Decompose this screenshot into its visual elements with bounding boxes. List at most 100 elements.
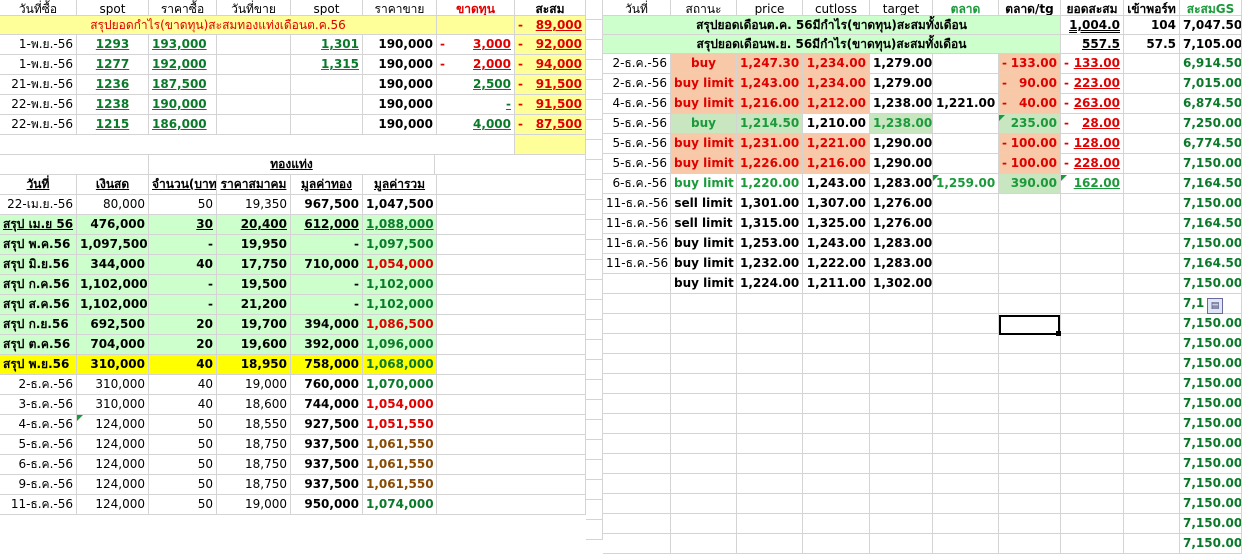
bottom-header-col0[interactable]: วันที่ [0,175,77,195]
order-port[interactable] [1124,274,1180,294]
right-header-col0[interactable]: วันที่ [603,0,671,16]
empty-cell[interactable] [999,534,1061,554]
bottom-total-value[interactable]: 1,086,500 [363,315,437,335]
order-status[interactable]: buy limit [671,134,737,154]
bottom-assoc-price[interactable]: 18,750 [217,455,291,475]
order-date[interactable]: 2-ธ.ค.-56 [603,74,671,94]
bottom-gold-value[interactable]: 937,500 [291,475,363,495]
order-port[interactable] [1124,174,1180,194]
empty-cell[interactable] [1124,534,1180,554]
bottom-assoc-price[interactable]: 19,600 [217,335,291,355]
gap-cell[interactable] [586,140,603,160]
trade-sell-date[interactable] [217,95,291,115]
bottom-date[interactable]: 11-ธ.ค.-56 [0,495,77,515]
bottom-assoc-price[interactable]: 19,500 [217,275,291,295]
bottom-gold-value[interactable]: 758,000 [291,355,363,375]
blank[interactable] [437,475,586,495]
order-market[interactable] [933,74,999,94]
gap-cell[interactable] [586,340,603,360]
empty-cell[interactable] [1124,394,1180,414]
order-cutloss[interactable]: 1,221.00 [803,134,870,154]
left-header-col5[interactable]: ราคาขาย [363,0,437,16]
trade-sell-date[interactable] [217,75,291,95]
order-gs[interactable]: 6,874.50 [1180,94,1242,114]
trade-sell-price[interactable]: 190,000 [363,115,437,135]
bottom-qty[interactable]: 50 [149,495,217,515]
blank[interactable] [437,495,586,515]
empty-cell[interactable] [737,354,803,374]
trade-buy-date[interactable]: 1-พ.ย.-56 [0,55,77,75]
trade-sell-date[interactable] [217,35,291,55]
trade-spot-sell[interactable] [291,75,363,95]
empty-cell[interactable] [803,474,870,494]
bottom-gold-value[interactable]: - [291,235,363,255]
empty-cell[interactable] [870,354,933,374]
empty-cell[interactable] [1061,334,1124,354]
bottom-qty[interactable]: 20 [149,335,217,355]
empty-cell[interactable] [1061,414,1124,434]
empty-cell[interactable] [671,354,737,374]
order-port[interactable] [1124,154,1180,174]
blank[interactable] [437,215,586,235]
spreadsheet-grid[interactable]: วันที่ซื้อ spot ราคาซื้อ วันที่ขาย spot ราคาข… [0,0,1242,554]
empty-cell[interactable] [603,454,671,474]
right-header-col1[interactable]: สถานะ [671,0,737,16]
bottom-gold-value[interactable]: 967,500 [291,195,363,215]
order-cutloss[interactable]: 1,216.00 [803,154,870,174]
bottom-cash[interactable]: 310,000 [77,375,149,395]
bottom-cash[interactable]: 704,000 [77,335,149,355]
bottom-date[interactable]: 22-เม.ย.-56 [0,195,77,215]
trade-spot-buy[interactable]: 1236 [77,75,149,95]
order-port[interactable] [1124,74,1180,94]
bottom-header-col3[interactable]: ราคาสมาคม [217,175,291,195]
order-gs[interactable]: 7,164.50 [1180,254,1242,274]
order-price[interactable]: 1,220.00 [737,174,803,194]
order-price[interactable]: 1,243.00 [737,74,803,94]
empty-cell[interactable] [603,394,671,414]
empty-cell[interactable] [999,434,1061,454]
order-cumulative[interactable]: -223.00 [1061,74,1124,94]
paste-options-icon[interactable]: ▤ [1207,298,1223,314]
order-gs[interactable]: 7,164.50 [1180,174,1242,194]
gs-tail-value[interactable]: 7,150.00 [1180,354,1242,374]
bottom-date[interactable]: สรุป มิ.ย.56 [0,255,77,275]
empty-cell[interactable] [870,454,933,474]
bottom-total-value[interactable]: 1,102,000 [363,295,437,315]
bottom-date[interactable]: 9-ธ.ค.-56 [0,475,77,495]
bottom-cash[interactable]: 124,000 [77,475,149,495]
bottom-assoc-price[interactable]: 18,750 [217,475,291,495]
blank[interactable] [437,275,586,295]
gap-cell[interactable] [586,460,603,480]
left-header-col0[interactable]: วันที่ซื้อ [0,0,77,16]
bottom-gold-value[interactable]: 950,000 [291,495,363,515]
order-market-target[interactable]: -40.00 [999,94,1061,114]
empty-cell[interactable] [803,514,870,534]
gap-cell[interactable] [586,120,603,140]
bottom-gold-value[interactable]: 394,000 [291,315,363,335]
bottom-assoc-price[interactable]: 20,400 [217,215,291,235]
left-header-col2[interactable]: ราคาซื้อ [149,0,217,16]
order-target[interactable]: 1,238.00 [870,94,933,114]
order-market[interactable] [933,154,999,174]
right-month-summary[interactable]: สรุปยอดเดือนต.ค. 56มีกำไร(ขาดทุน)สะสมทั้… [603,16,1061,35]
gap-cell[interactable] [586,300,603,320]
empty-cell[interactable] [603,314,671,334]
bottom-cash[interactable]: 310,000 [77,355,149,375]
empty-cell[interactable] [870,314,933,334]
order-price[interactable]: 1,226.00 [737,154,803,174]
order-market-target[interactable]: -90.00 [999,74,1061,94]
order-status[interactable]: buy limit [671,174,737,194]
empty-cell[interactable] [999,394,1061,414]
bottom-assoc-price[interactable]: 19,950 [217,235,291,255]
empty-cell[interactable] [933,374,999,394]
blank-row[interactable] [0,135,515,155]
bottom-cash[interactable]: 80,000 [77,195,149,215]
gs-tail-value[interactable]: 7,150.00 [1180,474,1242,494]
empty-cell[interactable] [603,414,671,434]
order-market-target[interactable] [999,234,1061,254]
blank[interactable] [437,355,586,375]
order-cumulative[interactable]: 162.00 [1061,174,1124,194]
trade-loss[interactable]: - 2,000 [437,55,515,75]
gs-tail-value[interactable]: 7,150.00 [1180,374,1242,394]
right-header-col6[interactable]: ตลาด/tg [999,0,1061,16]
